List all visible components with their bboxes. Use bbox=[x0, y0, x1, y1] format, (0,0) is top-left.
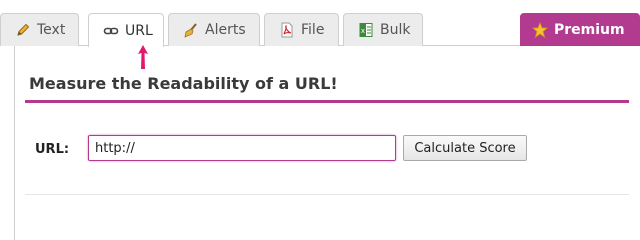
url-label: URL: bbox=[35, 142, 70, 157]
calculate-score-button[interactable]: Calculate Score bbox=[403, 135, 527, 161]
broom-icon bbox=[183, 22, 199, 38]
tab-text-label: Text bbox=[37, 22, 66, 38]
tab-bulk[interactable]: x Bulk bbox=[343, 13, 423, 46]
tab-text[interactable]: Text bbox=[0, 13, 79, 46]
url-input[interactable] bbox=[88, 135, 396, 161]
tab-alerts-label: Alerts bbox=[205, 22, 246, 38]
tab-file-label: File bbox=[301, 22, 325, 38]
tab-alerts[interactable]: Alerts bbox=[168, 13, 260, 46]
page-title: Measure the Readability of a URL! bbox=[29, 74, 338, 93]
tab-url-label: URL bbox=[125, 22, 153, 39]
spreadsheet-icon: x bbox=[358, 22, 374, 38]
link-icon bbox=[103, 23, 119, 39]
star-icon bbox=[532, 21, 548, 38]
url-panel: Measure the Readability of a URL! URL: C… bbox=[14, 46, 640, 240]
tab-file[interactable]: File bbox=[264, 13, 339, 46]
tab-bulk-label: Bulk bbox=[380, 22, 411, 38]
pencil-icon bbox=[15, 22, 31, 38]
title-underline bbox=[25, 100, 629, 103]
tab-url[interactable]: URL bbox=[88, 13, 164, 47]
tab-bar: Text URL Alerts File x Bulk Premium bbox=[0, 0, 640, 47]
divider bbox=[25, 194, 629, 195]
premium-button[interactable]: Premium bbox=[520, 13, 640, 46]
svg-text:x: x bbox=[361, 27, 365, 35]
pdf-file-icon bbox=[279, 22, 295, 38]
premium-label: Premium bbox=[554, 21, 625, 38]
